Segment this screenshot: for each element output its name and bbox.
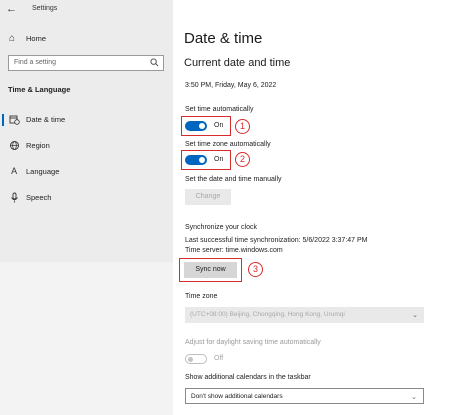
- set-manually-label: Set the date and time manually: [185, 176, 282, 183]
- calendars-label: Show additional calendars in the taskbar: [185, 374, 311, 381]
- language-icon: A ​: [11, 166, 18, 176]
- sidebar: ← Settings ⌂ Home Find a setting Time & …: [0, 0, 173, 415]
- current-datetime: 3:50 PM, Friday, May 6, 2022: [185, 82, 277, 89]
- toggle-knob: [199, 157, 205, 163]
- toggle-knob: [199, 123, 205, 129]
- title-bar: ← Settings: [0, 0, 173, 18]
- calendar-clock-icon: [9, 115, 20, 125]
- sync-title: Synchronize your clock: [185, 224, 257, 231]
- nav-home[interactable]: ⌂ Home: [0, 30, 173, 48]
- sync-now-button[interactable]: Sync now: [184, 262, 237, 278]
- set-time-auto-state: On: [214, 122, 224, 129]
- set-timezone-auto-state: On: [214, 156, 224, 163]
- main-content: Date & time Current date and time 3:50 P…: [173, 0, 474, 415]
- set-time-auto-label: Set time automatically: [185, 106, 254, 113]
- sidebar-item-language[interactable]: A ​ Language: [0, 163, 173, 181]
- last-sync-text: Last successful time synchronization: 5/…: [185, 237, 368, 244]
- sidebar-item-region[interactable]: Region: [0, 137, 173, 155]
- time-server-text: Time server: time.windows.com: [185, 247, 283, 254]
- section-title: Current date and time: [184, 57, 291, 69]
- page-title: Date & time: [184, 30, 263, 47]
- timezone-label: Time zone: [185, 293, 218, 300]
- chevron-down-icon: ⌄: [411, 394, 417, 401]
- search-placeholder: Find a setting: [14, 59, 57, 66]
- sidebar-item-speech[interactable]: Speech: [0, 189, 173, 207]
- window-title: Settings: [32, 5, 58, 12]
- chevron-down-icon: ⌄: [412, 312, 418, 319]
- microphone-icon: [11, 192, 18, 203]
- calendars-select[interactable]: Don't show additional calendars ⌄: [185, 388, 424, 404]
- dst-state: Off: [214, 355, 224, 362]
- set-time-auto-toggle[interactable]: [185, 121, 207, 131]
- active-indicator: [2, 114, 4, 126]
- annotation-marker-3: 3: [248, 262, 263, 277]
- search-input[interactable]: Find a setting: [8, 55, 164, 71]
- set-timezone-auto-label: Set time zone automatically: [185, 141, 271, 148]
- home-icon: ⌂: [9, 33, 16, 44]
- annotation-marker-1: 1: [235, 119, 250, 134]
- sidebar-item-label: Speech: [26, 193, 52, 202]
- calendars-value: Don't show additional calendars: [191, 393, 283, 400]
- dst-toggle[interactable]: [185, 354, 207, 364]
- back-arrow-icon[interactable]: ←: [6, 4, 17, 15]
- globe-icon: [10, 141, 19, 150]
- sidebar-item-label: Date & time: [26, 115, 66, 124]
- nav-home-label: Home: [26, 34, 47, 43]
- annotation-marker-2: 2: [235, 152, 250, 167]
- search-icon: [150, 58, 159, 67]
- toggle-knob: [188, 357, 193, 362]
- timezone-select[interactable]: (UTC+08:00) Beijing, Chongqing, Hong Kon…: [185, 307, 424, 323]
- sidebar-item-label: Language: [26, 167, 60, 176]
- dst-label: Adjust for daylight saving time automati…: [185, 339, 321, 346]
- sidebar-item-date-time[interactable]: Date & time: [0, 111, 173, 129]
- sidebar-section-title: Time & Language: [8, 85, 71, 94]
- sidebar-item-label: Region: [26, 141, 50, 150]
- set-timezone-auto-toggle[interactable]: [185, 155, 207, 165]
- timezone-value: (UTC+08:00) Beijing, Chongqing, Hong Kon…: [190, 311, 345, 318]
- change-button[interactable]: Change: [185, 189, 231, 205]
- sidebar-lower-area: [0, 262, 173, 415]
